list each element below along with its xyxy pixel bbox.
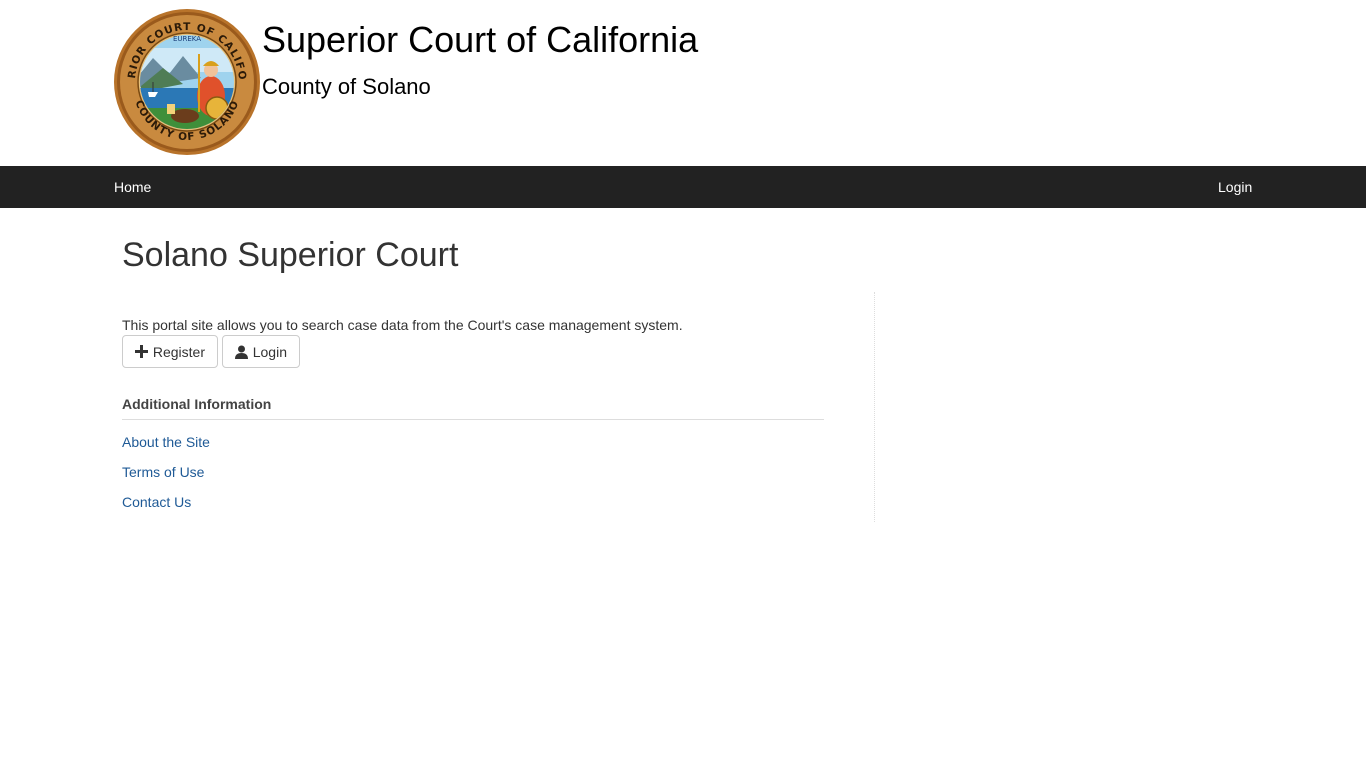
site-header: SUPERIOR COURT OF CALIFORNIA COUNTY OF S… (0, 0, 1366, 166)
main-content: Solano Superior Court This portal site a… (0, 208, 1366, 768)
nav-login-link[interactable]: Login (1218, 166, 1252, 208)
page-title: Solano Superior Court (122, 236, 459, 274)
svg-text:EUREKA: EUREKA (173, 35, 201, 43)
nav-home-link[interactable]: Home (114, 166, 151, 208)
court-seal-logo: SUPERIOR COURT OF CALIFORNIA COUNTY OF S… (113, 8, 260, 155)
user-icon (235, 345, 249, 359)
column-divider (874, 292, 875, 522)
register-button-label: Register (152, 343, 205, 360)
section-divider (122, 419, 824, 420)
register-button[interactable]: Register (122, 335, 218, 368)
intro-text: This portal site allows you to search ca… (122, 317, 683, 333)
contact-us-link[interactable]: Contact Us (122, 494, 191, 510)
site-title: Superior Court of California (262, 19, 699, 60)
additional-info-heading: Additional Information (122, 396, 272, 412)
site-subtitle: County of Solano (262, 74, 431, 99)
about-site-link[interactable]: About the Site (122, 434, 210, 450)
plus-icon (135, 345, 149, 359)
terms-of-use-link[interactable]: Terms of Use (122, 464, 204, 480)
login-button[interactable]: Login (222, 335, 300, 368)
login-button-label: Login (252, 343, 287, 360)
top-navbar: Home Login (0, 166, 1366, 208)
